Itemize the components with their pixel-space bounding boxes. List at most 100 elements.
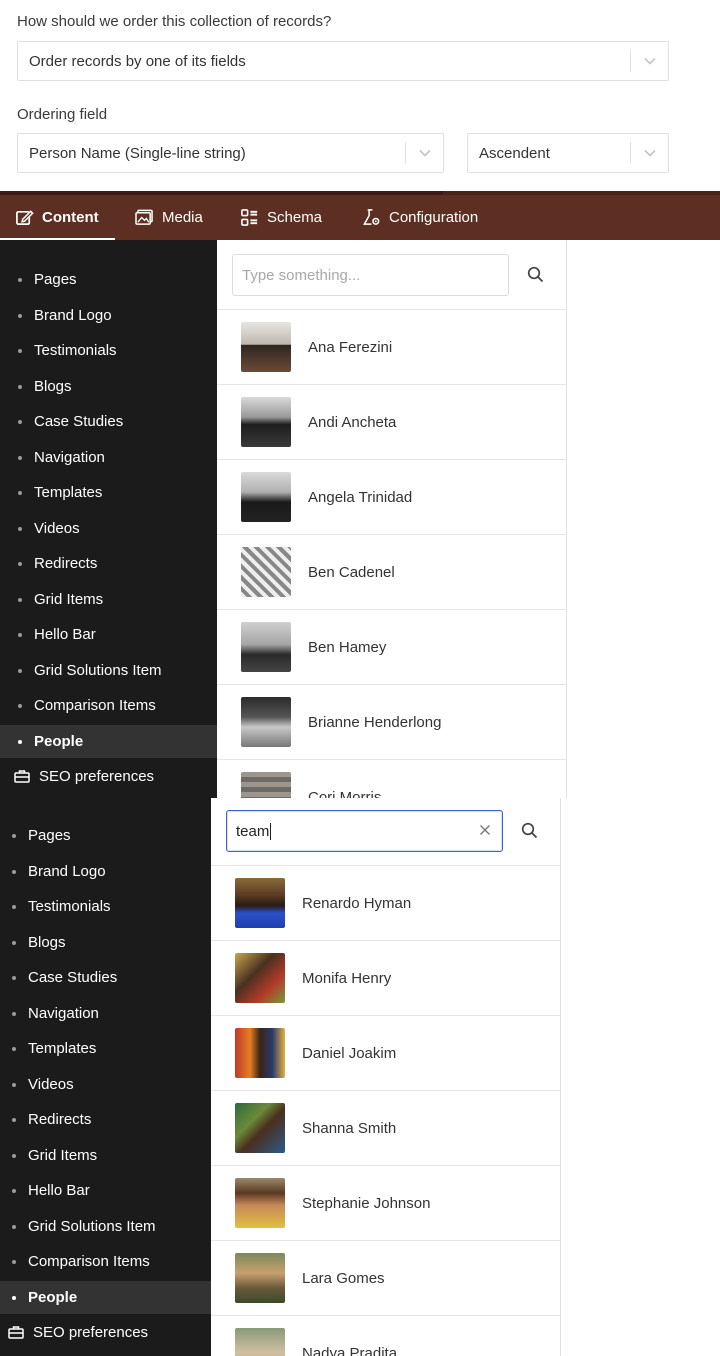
chevron-down-icon[interactable] <box>631 42 668 80</box>
sidebar-item-pages[interactable]: Pages <box>0 263 217 296</box>
sidebar-item-redirects[interactable]: Redirects <box>0 547 217 580</box>
sidebar-item-templates[interactable]: Templates <box>0 476 217 509</box>
search-icon <box>521 822 537 838</box>
main-navbar: Content Media Schema Configuration <box>0 191 720 241</box>
tab-configuration[interactable]: Configuration <box>362 195 478 240</box>
list-item[interactable]: Stephanie Johnson <box>211 1166 560 1241</box>
tab-schema[interactable]: Schema <box>240 195 322 240</box>
tab-configuration-label: Configuration <box>389 209 479 226</box>
sidebar-item-label: Testimonials <box>28 898 111 915</box>
list-item[interactable]: Renardo Hyman <box>211 866 560 941</box>
sidebar-item-navigation[interactable]: Navigation <box>0 441 217 474</box>
sidebar-item-seo-preferences[interactable]: SEO preferences <box>0 760 217 793</box>
search-placeholder: Type something... <box>242 266 361 284</box>
sidebar-item-navigation[interactable]: Navigation <box>0 997 211 1030</box>
sidebar-item-label: Blogs <box>34 378 72 395</box>
sidebar-item-hello-bar[interactable]: Hello Bar <box>0 618 217 651</box>
bullet-icon <box>18 561 22 566</box>
sidebar-item-label: People <box>28 1289 78 1306</box>
search-bar: team <box>211 798 560 866</box>
sidebar-item-label: Navigation <box>28 1005 99 1022</box>
sidebar-item-templates[interactable]: Templates <box>0 1032 211 1065</box>
record-name: Angela Trinidad <box>308 488 413 506</box>
sidebar-item-testimonials[interactable]: Testimonials <box>0 890 211 923</box>
clear-icon[interactable] <box>479 823 491 840</box>
avatar <box>235 1028 285 1078</box>
search-input[interactable]: Type something... <box>232 254 509 296</box>
list-item[interactable]: Shanna Smith <box>211 1091 560 1166</box>
tab-media[interactable]: Media <box>135 195 203 240</box>
sidebar-item-label: Pages <box>34 271 77 288</box>
list-item[interactable]: Ben Cadenel <box>217 535 566 610</box>
ordering-mode-select[interactable]: Order records by one of its fields <box>17 41 669 81</box>
bullet-icon <box>18 348 22 353</box>
record-name: Stephanie Johnson <box>302 1194 431 1212</box>
sidebar-item-people[interactable]: People <box>0 725 217 758</box>
edit-icon <box>16 210 34 226</box>
list-item[interactable]: Daniel Joakim <box>211 1016 560 1091</box>
sidebar-item-label: Videos <box>28 1076 74 1093</box>
search-button[interactable] <box>520 259 550 289</box>
sidebar-item-people[interactable]: People <box>0 1281 211 1314</box>
sidebar-item-grid-solutions-item[interactable]: Grid Solutions Item <box>0 1210 211 1243</box>
sidebar-item-label: Redirects <box>28 1111 92 1128</box>
sidebar-item-comparison-items[interactable]: Comparison Items <box>0 689 217 722</box>
bullet-icon <box>18 455 22 460</box>
bullet-icon <box>18 703 22 708</box>
sidebar-item-testimonials[interactable]: Testimonials <box>0 334 217 367</box>
sidebar-item-grid-items[interactable]: Grid Items <box>0 1139 211 1172</box>
list-item[interactable]: Andi Ancheta <box>217 385 566 460</box>
sidebar-item-label: Pages <box>28 827 71 844</box>
chevron-down-icon[interactable] <box>406 134 443 172</box>
avatar <box>241 622 291 672</box>
record-name: Andi Ancheta <box>308 413 397 431</box>
ordering-mode-value: Order records by one of its fields <box>29 52 246 70</box>
chevron-down-icon[interactable] <box>631 134 668 172</box>
briefcase-icon <box>8 1326 24 1339</box>
bullet-icon <box>18 632 22 637</box>
bullet-icon <box>18 668 22 673</box>
sidebar-item-grid-solutions-item[interactable]: Grid Solutions Item <box>0 654 217 687</box>
bullet-icon <box>12 869 16 874</box>
sidebar-item-case-studies[interactable]: Case Studies <box>0 405 217 438</box>
record-name: Monifa Henry <box>302 969 392 987</box>
sidebar-item-case-studies[interactable]: Case Studies <box>0 961 211 994</box>
sidebar-item-hello-bar[interactable]: Hello Bar <box>0 1174 211 1207</box>
navbar-accent-strip <box>443 191 720 195</box>
record-name: Lara Gomes <box>302 1269 385 1287</box>
sidebar-item-blogs[interactable]: Blogs <box>0 370 217 403</box>
list-item[interactable]: Nadya Pradita <box>211 1316 560 1356</box>
sidebar-item-brand-logo[interactable]: Brand Logo <box>0 299 217 332</box>
bullet-icon <box>18 277 22 282</box>
search-button[interactable] <box>514 815 544 845</box>
search-input[interactable]: team <box>226 810 503 852</box>
ordering-field-select[interactable]: Person Name (Single-line string) <box>17 133 444 173</box>
ordering-direction-select[interactable]: Ascendent <box>467 133 669 173</box>
sidebar-item-blogs[interactable]: Blogs <box>0 926 211 959</box>
sidebar-item-label: Hello Bar <box>34 626 96 643</box>
list-item[interactable]: Monifa Henry <box>211 941 560 1016</box>
sidebar-item-grid-items[interactable]: Grid Items <box>0 583 217 616</box>
bullet-icon <box>18 526 22 531</box>
sidebar-item-label: Case Studies <box>34 413 124 430</box>
sidebar-item-videos[interactable]: Videos <box>0 1068 211 1101</box>
sidebar-item-comparison-items[interactable]: Comparison Items <box>0 1245 211 1278</box>
list-item[interactable]: Ben Hamey <box>217 610 566 685</box>
avatar <box>241 322 291 372</box>
list-item[interactable]: Angela Trinidad <box>217 460 566 535</box>
sidebar-item-pages[interactable]: Pages <box>0 819 211 852</box>
list-item[interactable]: Brianne Henderlong <box>217 685 566 760</box>
list-item[interactable]: Cori Morris <box>217 760 566 798</box>
sidebar-item-brand-logo[interactable]: Brand Logo <box>0 855 211 888</box>
sidebar-item-seo-preferences[interactable]: SEO preferences <box>0 1316 211 1349</box>
list-item[interactable]: Lara Gomes <box>211 1241 560 1316</box>
sidebar-item-label: Videos <box>34 520 80 537</box>
sidebar-item-label: Hello Bar <box>28 1182 90 1199</box>
list-item[interactable]: Ana Ferezini <box>217 310 566 385</box>
bullet-icon <box>18 597 22 602</box>
ordering-field-value: Person Name (Single-line string) <box>29 144 246 162</box>
tab-content[interactable]: Content <box>0 195 115 241</box>
avatar <box>235 1103 285 1153</box>
sidebar-item-videos[interactable]: Videos <box>0 512 217 545</box>
sidebar-item-redirects[interactable]: Redirects <box>0 1103 211 1136</box>
